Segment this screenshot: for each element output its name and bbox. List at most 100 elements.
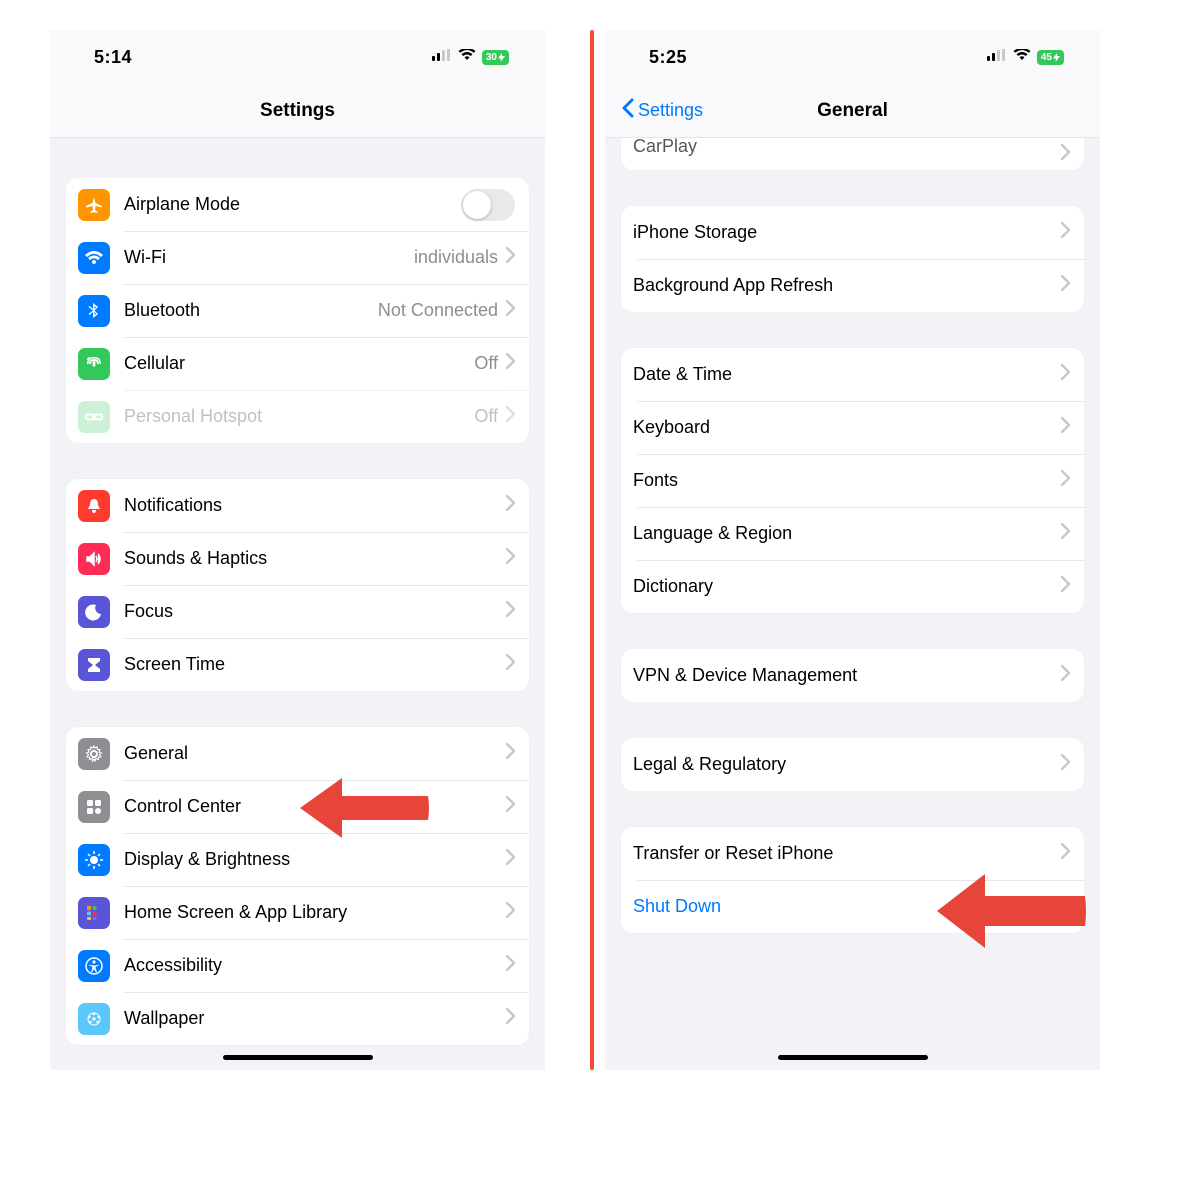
row-sounds[interactable]: Sounds & Haptics bbox=[66, 532, 529, 585]
settings-group-legal: Legal & Regulatory bbox=[621, 738, 1084, 791]
status-time: 5:14 bbox=[94, 47, 132, 68]
row-wallpaper[interactable]: Wallpaper bbox=[66, 992, 529, 1045]
row-transfer-reset[interactable]: Transfer or Reset iPhone bbox=[621, 827, 1084, 880]
control-center-icon bbox=[78, 791, 110, 823]
status-time: 5:25 bbox=[649, 47, 687, 68]
settings-group-peek: CarPlay bbox=[621, 138, 1084, 170]
row-general[interactable]: General bbox=[66, 727, 529, 780]
settings-label: Home Screen & App Library bbox=[124, 902, 506, 923]
settings-group-input: Date & Time Keyboard Fonts Language & Re… bbox=[621, 348, 1084, 613]
vertical-divider bbox=[590, 30, 594, 1070]
row-dictionary[interactable]: Dictionary bbox=[621, 560, 1084, 613]
row-notifications[interactable]: Notifications bbox=[66, 479, 529, 532]
row-fonts[interactable]: Fonts bbox=[621, 454, 1084, 507]
chevron-right-icon bbox=[506, 300, 515, 321]
settings-group-vpn: VPN & Device Management bbox=[621, 649, 1084, 702]
settings-label: Cellular bbox=[124, 353, 474, 374]
row-accessibility[interactable]: Accessibility bbox=[66, 939, 529, 992]
settings-label: Notifications bbox=[124, 495, 506, 516]
settings-group-storage: iPhone Storage Background App Refresh bbox=[621, 206, 1084, 312]
settings-value: Off bbox=[474, 406, 498, 427]
settings-label: Focus bbox=[124, 601, 506, 622]
row-personal-hotspot[interactable]: Personal Hotspot Off bbox=[66, 390, 529, 443]
settings-label: Shut Down bbox=[633, 896, 1070, 917]
settings-label: Wi-Fi bbox=[124, 247, 414, 268]
settings-label: Display & Brightness bbox=[124, 849, 506, 870]
nav-header: Settings General bbox=[605, 84, 1100, 138]
settings-label: Screen Time bbox=[124, 654, 506, 675]
settings-label: Date & Time bbox=[633, 364, 1061, 385]
settings-value: individuals bbox=[414, 247, 498, 268]
focus-icon bbox=[78, 596, 110, 628]
screenshot-general: 5:25 45 Settings General CarPlay bbox=[605, 30, 1100, 1070]
airplane-toggle[interactable] bbox=[461, 189, 515, 221]
home-screen-icon bbox=[78, 897, 110, 929]
row-screen-time[interactable]: Screen Time bbox=[66, 638, 529, 691]
settings-label: iPhone Storage bbox=[633, 222, 1061, 243]
notifications-icon bbox=[78, 490, 110, 522]
settings-label: Legal & Regulatory bbox=[633, 754, 1061, 775]
row-focus[interactable]: Focus bbox=[66, 585, 529, 638]
chevron-right-icon bbox=[506, 849, 515, 870]
home-indicator[interactable] bbox=[223, 1055, 373, 1060]
chevron-right-icon bbox=[1061, 576, 1070, 597]
chevron-right-icon bbox=[1061, 843, 1070, 864]
settings-label: Fonts bbox=[633, 470, 1061, 491]
chevron-right-icon bbox=[506, 654, 515, 675]
battery-level: 30 bbox=[482, 50, 509, 65]
settings-label: Transfer or Reset iPhone bbox=[633, 843, 1061, 864]
page-title: Settings bbox=[260, 100, 335, 122]
row-language-region[interactable]: Language & Region bbox=[621, 507, 1084, 560]
row-control-center[interactable]: Control Center bbox=[66, 780, 529, 833]
row-keyboard[interactable]: Keyboard bbox=[621, 401, 1084, 454]
chevron-right-icon bbox=[1061, 417, 1070, 438]
status-bar: 5:14 30 bbox=[50, 30, 545, 84]
page-title: General bbox=[817, 100, 888, 122]
chevron-right-icon bbox=[506, 247, 515, 268]
row-home-screen[interactable]: Home Screen & App Library bbox=[66, 886, 529, 939]
wifi-icon bbox=[1013, 48, 1031, 66]
sounds-icon bbox=[78, 543, 110, 575]
settings-label: General bbox=[124, 743, 506, 764]
chevron-right-icon bbox=[506, 955, 515, 976]
settings-group-reset: Transfer or Reset iPhone Shut Down bbox=[621, 827, 1084, 933]
chevron-right-icon bbox=[1061, 754, 1070, 775]
row-airplane-mode[interactable]: Airplane Mode bbox=[66, 178, 529, 231]
chevron-right-icon bbox=[1061, 470, 1070, 491]
chevron-right-icon bbox=[1061, 222, 1070, 243]
hotspot-icon bbox=[78, 401, 110, 433]
row-date-time[interactable]: Date & Time bbox=[621, 348, 1084, 401]
row-legal[interactable]: Legal & Regulatory bbox=[621, 738, 1084, 791]
battery-level: 45 bbox=[1037, 50, 1064, 65]
row-bluetooth[interactable]: Bluetooth Not Connected bbox=[66, 284, 529, 337]
row-display[interactable]: Display & Brightness bbox=[66, 833, 529, 886]
home-indicator[interactable] bbox=[778, 1055, 928, 1060]
nav-header: Settings bbox=[50, 84, 545, 138]
row-vpn[interactable]: VPN & Device Management bbox=[621, 649, 1084, 702]
row-carplay[interactable]: CarPlay bbox=[621, 138, 1084, 170]
wallpaper-icon bbox=[78, 1003, 110, 1035]
settings-label: Accessibility bbox=[124, 955, 506, 976]
back-label: Settings bbox=[638, 100, 703, 121]
airplane-icon bbox=[78, 189, 110, 221]
row-background-app-refresh[interactable]: Background App Refresh bbox=[621, 259, 1084, 312]
settings-label: Personal Hotspot bbox=[124, 406, 474, 427]
chevron-right-icon bbox=[506, 548, 515, 569]
general-icon bbox=[78, 738, 110, 770]
settings-label: Keyboard bbox=[633, 417, 1061, 438]
settings-label: Control Center bbox=[124, 796, 506, 817]
row-cellular[interactable]: Cellular Off bbox=[66, 337, 529, 390]
back-button[interactable]: Settings bbox=[621, 98, 703, 123]
settings-label: Language & Region bbox=[633, 523, 1061, 544]
chevron-right-icon bbox=[506, 1008, 515, 1029]
settings-label: CarPlay bbox=[633, 138, 1061, 157]
row-wifi[interactable]: Wi-Fi individuals bbox=[66, 231, 529, 284]
row-shut-down[interactable]: Shut Down bbox=[621, 880, 1084, 933]
wifi-icon bbox=[458, 48, 476, 66]
row-iphone-storage[interactable]: iPhone Storage bbox=[621, 206, 1084, 259]
chevron-right-icon bbox=[506, 743, 515, 764]
settings-label: Dictionary bbox=[633, 576, 1061, 597]
chevron-right-icon bbox=[1061, 665, 1070, 686]
display-icon bbox=[78, 844, 110, 876]
settings-value: Not Connected bbox=[378, 300, 498, 321]
